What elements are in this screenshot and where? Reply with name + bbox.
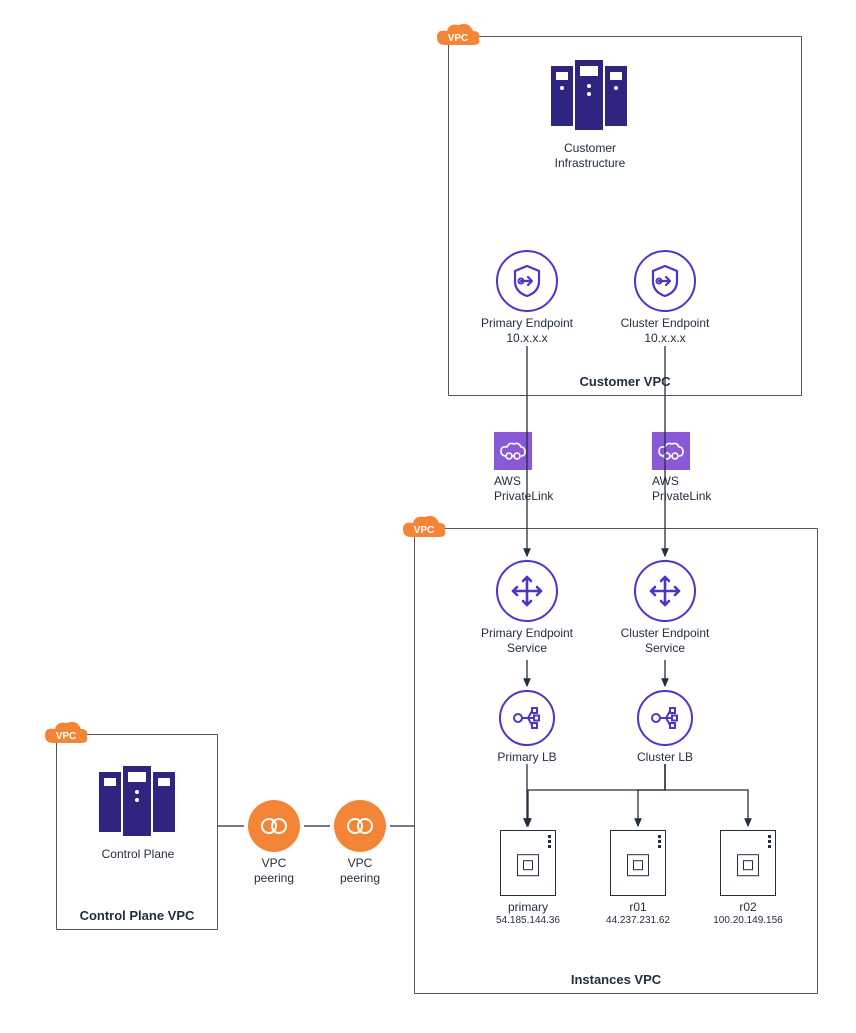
peering-icon xyxy=(334,800,386,852)
cluster-endpoint-service: Cluster EndpointService xyxy=(608,560,722,656)
load-balancer-icon xyxy=(499,690,555,746)
aws-privatelink-right: AWSPrivateLink xyxy=(652,432,722,504)
instance-r02: r02 100.20.149.156 xyxy=(698,830,798,926)
instance-r01: r01 44.237.231.62 xyxy=(588,830,688,926)
control-vpc-title: Control Plane VPC xyxy=(57,908,217,923)
shield-endpoint-icon xyxy=(634,250,696,312)
primary-endpoint-label: Primary Endpoint10.x.x.x xyxy=(472,316,582,346)
vpc-badge-icon: VPC xyxy=(435,23,481,53)
customer-infra-label: CustomerInfrastructure xyxy=(538,141,642,171)
instance-name: r01 xyxy=(588,900,688,915)
instances-vpc-title: Instances VPC xyxy=(415,972,817,987)
peering-right-label: VPCpeering xyxy=(330,856,390,886)
primary-lb: Primary LB xyxy=(486,690,568,765)
cluster-endpoint: Cluster Endpoint10.x.x.x xyxy=(610,250,720,346)
cluster-eps-label: Cluster EndpointService xyxy=(608,626,722,656)
shield-endpoint-icon xyxy=(496,250,558,312)
primary-endpoint-service: Primary EndpointService xyxy=(470,560,584,656)
instance-ip: 44.237.231.62 xyxy=(588,915,688,926)
privatelink-icon xyxy=(494,432,532,470)
load-balancer-icon xyxy=(637,690,693,746)
privatelink-right-label: AWSPrivateLink xyxy=(652,474,722,504)
primary-lb-label: Primary LB xyxy=(486,750,568,765)
cluster-endpoint-label: Cluster Endpoint10.x.x.x xyxy=(610,316,720,346)
svg-text:VPC: VPC xyxy=(414,525,435,536)
privatelink-left-label: AWSPrivateLink xyxy=(494,474,564,504)
server-icon xyxy=(610,830,666,896)
control-plane: Control Plane xyxy=(86,766,190,862)
cluster-lb-label: Cluster LB xyxy=(624,750,706,765)
instance-name: primary xyxy=(478,900,578,915)
primary-eps-label: Primary EndpointService xyxy=(470,626,584,656)
vpc-badge-icon: VPC xyxy=(43,721,89,751)
instance-ip: 54.185.144.36 xyxy=(478,915,578,926)
instance-primary: primary 54.185.144.36 xyxy=(478,830,578,926)
server-icon xyxy=(500,830,556,896)
vpc-peering-left: VPCpeering xyxy=(244,800,304,886)
vpc-peering-right: VPCpeering xyxy=(330,800,390,886)
servers-icon xyxy=(551,60,629,134)
route-icon xyxy=(496,560,558,622)
svg-text:VPC: VPC xyxy=(56,731,77,742)
peering-left-label: VPCpeering xyxy=(244,856,304,886)
primary-endpoint: Primary Endpoint10.x.x.x xyxy=(472,250,582,346)
control-plane-label: Control Plane xyxy=(86,847,190,862)
instance-ip: 100.20.149.156 xyxy=(698,915,798,926)
svg-text:VPC: VPC xyxy=(448,33,469,44)
customer-infrastructure: CustomerInfrastructure xyxy=(538,60,642,171)
server-icon xyxy=(720,830,776,896)
cluster-lb: Cluster LB xyxy=(624,690,706,765)
vpc-badge-icon: VPC xyxy=(401,515,447,545)
privatelink-icon xyxy=(652,432,690,470)
servers-icon xyxy=(99,766,177,840)
architecture-diagram: VPC Customer VPC CustomerInfrastructure xyxy=(0,0,856,1033)
route-icon xyxy=(634,560,696,622)
instance-name: r02 xyxy=(698,900,798,915)
aws-privatelink-left: AWSPrivateLink xyxy=(494,432,564,504)
customer-vpc-title: Customer VPC xyxy=(449,374,801,389)
peering-icon xyxy=(248,800,300,852)
